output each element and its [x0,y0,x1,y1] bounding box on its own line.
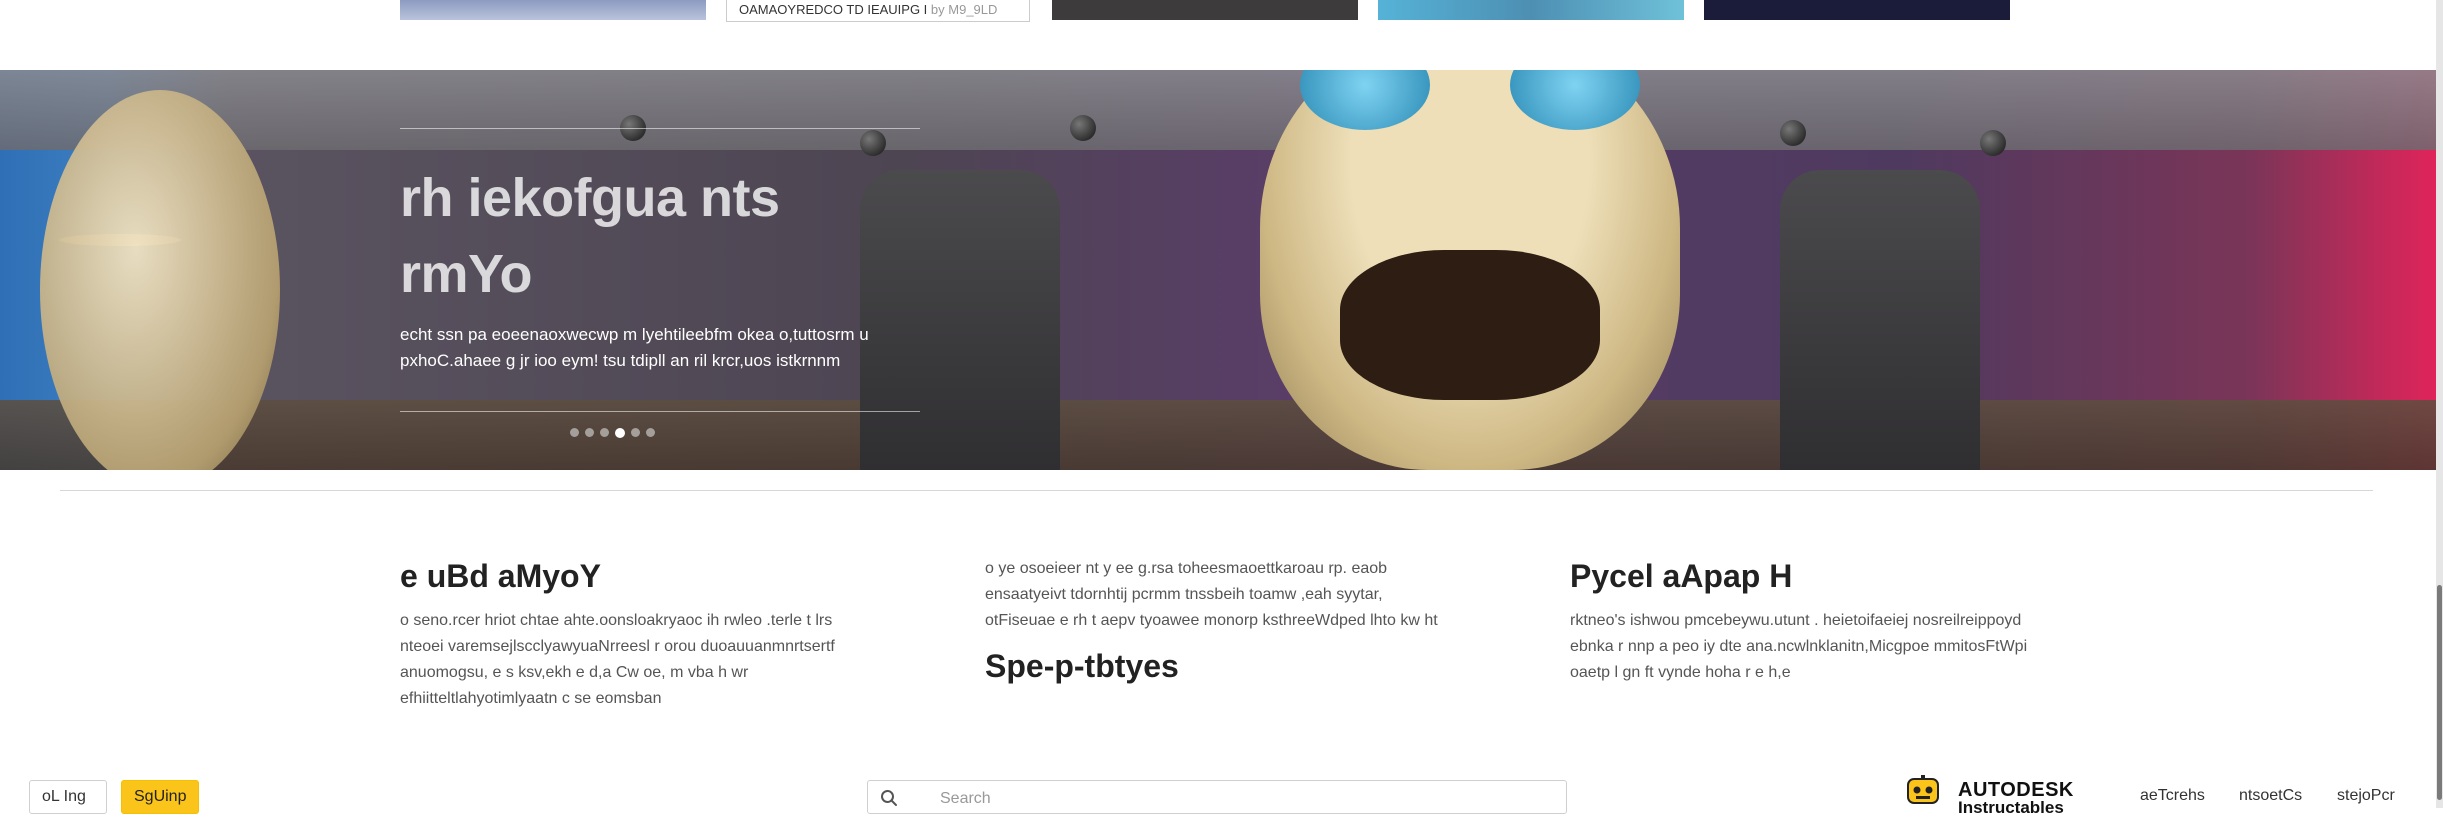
carousel-dot[interactable] [600,428,609,438]
info-column-heading: Pycel aApap H [1570,558,1793,594]
project-thumbnail[interactable] [400,0,706,20]
project-thumbnail[interactable] [1052,0,1358,20]
hero-image-skull-left [40,90,280,470]
hero-image-bottom-band [0,400,2436,470]
brand-subname: Instructables [1958,798,2064,817]
hero-image-hinge [1780,170,1980,470]
hero-image-skull-eye [1510,70,1640,130]
hero-image-skull-eye [1300,70,1430,130]
carousel-dot[interactable] [615,427,625,438]
info-column: e uBd aMyoY o seno.rcer hriot chtae ahte… [400,556,860,712]
signup-button[interactable]: SgUinp [121,780,199,814]
info-column-heading: Spe-p-tbtyes [985,648,1179,684]
instructables-robot-icon [1907,775,1939,804]
login-button[interactable]: oL Ing [29,780,107,814]
hero-image-top-band [0,70,2436,150]
info-column: Pycel aApap H rktneo's ishwou pmcebeywu.… [1570,556,2030,686]
carousel-dot[interactable] [646,428,655,438]
autodesk-instructables-logo[interactable]: AUTODESK Instructables [1900,775,2090,817]
hero-image-rivet [1070,115,1096,141]
info-column-text: o ye osoeieer nt y ee g.rsa toheesmaoett… [985,560,1438,629]
hero-rule-bottom [400,411,920,412]
hero-image-skull [1260,70,1680,470]
scrollbar-thumb[interactable] [2437,585,2442,800]
info-column-text: rktneo's ishwou pmcebeywu.utunt . heieto… [1570,612,2028,681]
project-thumbnail[interactable] [1378,0,1684,20]
nav-link-teachers[interactable]: aeTcrehs [2140,787,2205,805]
search-box[interactable] [867,780,1567,814]
project-thumbnail[interactable] [1704,0,2010,20]
hero-title[interactable]: rh iekofgua nts rmYo [400,160,920,312]
carousel-dot[interactable] [585,428,594,438]
section-divider [60,490,2373,491]
hero-rule-top [400,128,920,129]
carousel-dots [570,424,661,438]
carousel-dot[interactable] [631,428,640,438]
search-input[interactable] [938,785,1542,813]
info-column-heading: e uBd aMyoY [400,558,601,594]
hero-banner: rh iekofgua nts rmYo echt ssn pa eoeenao… [0,70,2436,470]
hero-image-skull-mouth [1340,250,1600,400]
info-column-text: o seno.rcer hriot chtae ahte.oonsloakrya… [400,612,835,707]
project-thumbnail-strip: OAMAOYREDCO TD IEAUIPG I by M9_9LD [0,0,2443,70]
hero-description: echt ssn pa eoeenaoxwecwp m lyehtileebfm… [400,325,869,370]
project-card-title-text: OAMAOYREDCO TD IEAUIPG I [739,2,928,17]
hero-image-rivet [1980,130,2006,156]
project-card-title[interactable]: OAMAOYREDCO TD IEAUIPG I by M9_9LD [726,0,1030,22]
nav-link-contests[interactable]: ntsoetCs [2239,787,2302,805]
carousel-dot[interactable] [570,428,579,438]
footer-bar: oL Ing SgUinp AUTODESK Instructables aeT… [0,775,2436,817]
hero-text-overlay: rh iekofgua nts rmYo echt ssn pa eoeenao… [400,70,920,470]
project-card-author: by M9_9LD [930,2,998,17]
info-column: o ye osoeieer nt y ee g.rsa toheesmaoett… [985,556,1445,698]
search-icon [881,790,897,806]
nav-link-projects[interactable]: stejoPcr [2337,787,2395,805]
hero-image-rivet [1780,120,1806,146]
brand-name: AUTODESK [1958,779,2074,801]
page-scrollbar[interactable] [2436,0,2443,808]
